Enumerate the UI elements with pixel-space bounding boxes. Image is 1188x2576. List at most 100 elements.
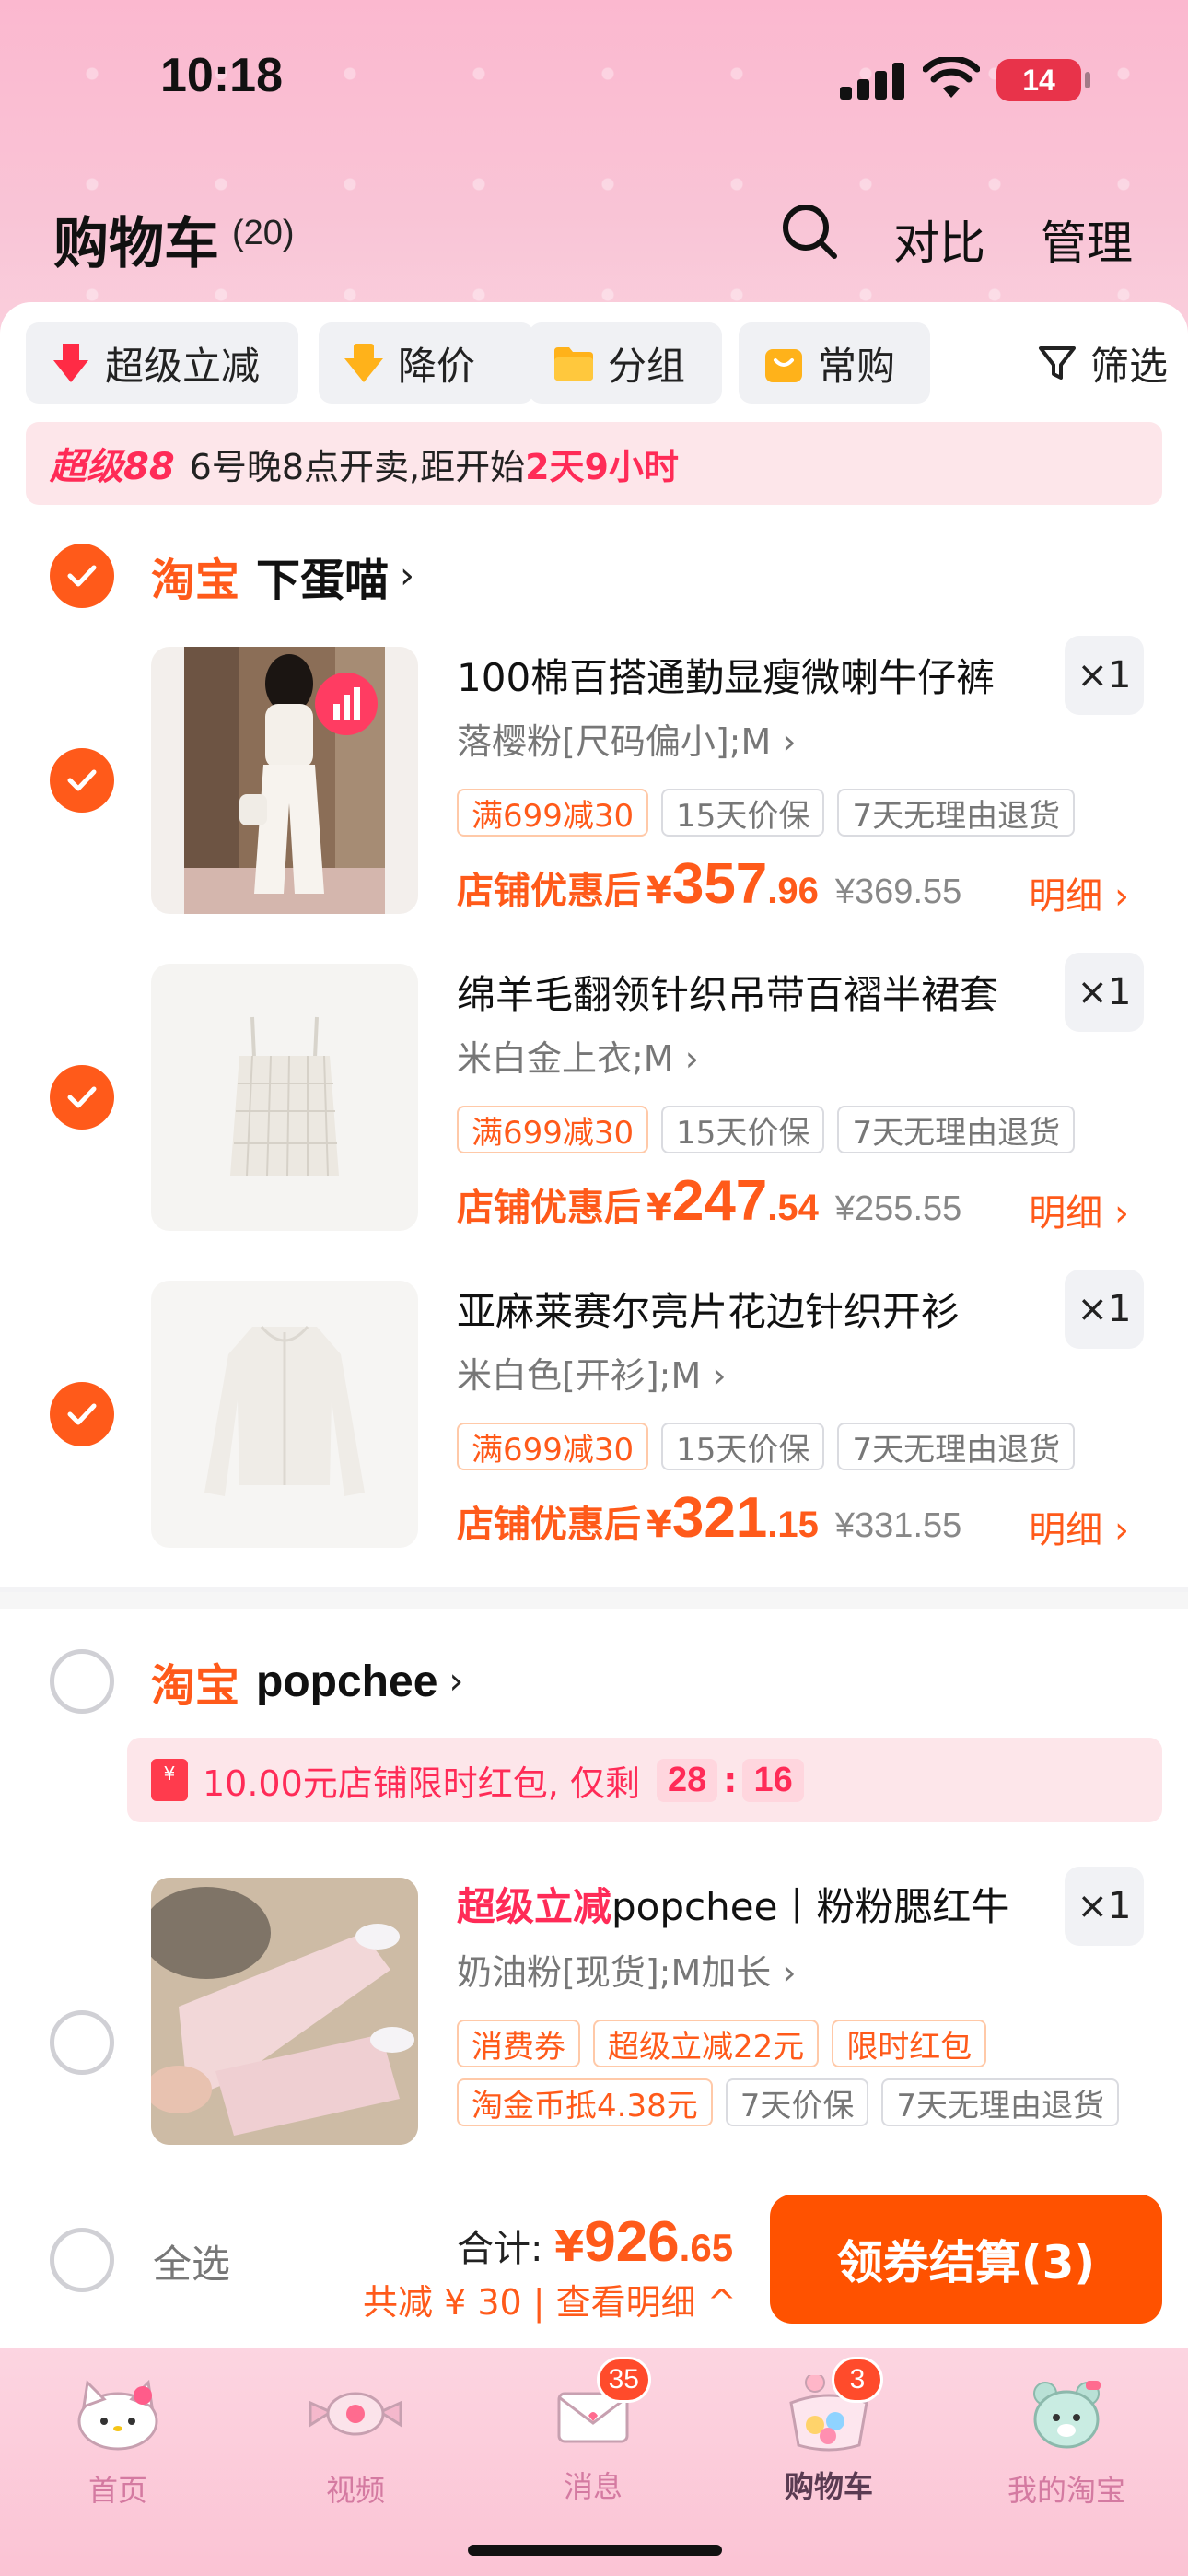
item-checkbox[interactable] [50, 1382, 114, 1446]
pink-pants-photo [151, 1878, 418, 2145]
wifi-icon [923, 57, 980, 98]
sku-text: 落樱粉[尺码偏小];M [457, 721, 772, 762]
tab-my-taobao[interactable]: 我的淘宝 [984, 2375, 1149, 2510]
product-name[interactable]: 100棉百搭通勤显瘦微喇牛仔裤 [457, 647, 995, 703]
compare-button[interactable]: 对比 [893, 206, 985, 273]
checkout-button[interactable]: 领券结算(3) [770, 2195, 1162, 2324]
candy-icon [309, 2392, 402, 2436]
product-tags: 淘金币抵4.38元 7天价保 7天无理由退货 [457, 2078, 1119, 2126]
original-price: ¥369.55 [834, 872, 962, 911]
product-name[interactable]: 亚麻莱赛尔亮片花边针织开衫 [457, 1281, 960, 1337]
search-icon[interactable] [779, 201, 840, 262]
tag: 15天价保 [661, 1423, 825, 1470]
filter-button[interactable]: 筛选 [1037, 322, 1168, 404]
price-decimal: .15 [767, 1505, 819, 1545]
countdown-seconds: 16 [742, 1758, 804, 1802]
item-checkbox[interactable] [50, 1065, 114, 1130]
price-detail-link[interactable]: 明细 › [1029, 1500, 1129, 1553]
price-row: 店铺优惠后 ¥ 247 .54 ¥255.55 [457, 1168, 961, 1235]
sku-text: 米白金上衣;M [457, 1038, 674, 1079]
chevron-right-icon: › [712, 1355, 727, 1396]
store-name: 下蛋喵 [256, 555, 390, 606]
product-sku[interactable]: 米白金上衣;M › [457, 1030, 699, 1081]
cart-wrapper: 3 [778, 2357, 883, 2453]
savings-detail-link[interactable]: 共减 ¥ 30 | 查看明细 ^ [363, 2274, 737, 2324]
manage-button[interactable]: 管理 [1041, 206, 1133, 273]
product-name[interactable]: 超级立减popchee丨粉粉腮红牛 [457, 1876, 1009, 1932]
home-indicator [468, 2545, 722, 2556]
funnel-icon [1038, 346, 1076, 380]
tag: 满699减30 [457, 789, 649, 837]
red-packet-banner[interactable]: 10.00元店铺限时红包, 仅剩 28 : 16 [127, 1738, 1162, 1822]
chip-super-discount[interactable]: 超级立减 [26, 322, 298, 404]
chevron-right-icon: › [448, 1660, 464, 1703]
page-title: 购物车 [53, 212, 219, 276]
total-decimal: .65 [679, 2226, 734, 2269]
tab-label: 我的淘宝 [1007, 2473, 1125, 2508]
check-icon [67, 1086, 97, 1108]
product-title: popchee丨粉粉腮红牛 [611, 1884, 1010, 1929]
tab-label: 视频 [325, 2473, 385, 2508]
red-packet-icon [151, 1759, 188, 1801]
cart-count: (20) [232, 214, 295, 252]
chip-frequent[interactable]: 常购 [739, 322, 930, 404]
tab-label: 消息 [563, 2469, 623, 2504]
product-tags: 消费券 超级立减22元 限时红包 [457, 2020, 987, 2067]
quantity-stepper[interactable]: ×1 [1065, 1270, 1144, 1349]
cardigan-photo [204, 1326, 365, 1496]
quantity-stepper[interactable]: ×1 [1065, 1867, 1144, 1946]
original-price: ¥331.55 [834, 1506, 962, 1545]
total-currency: ¥ [554, 2221, 585, 2271]
price-drop-icon [344, 344, 383, 382]
chip-price-drop[interactable]: 降价 [319, 322, 534, 404]
product-image[interactable] [151, 1281, 418, 1548]
tag: 7天无理由退货 [837, 1106, 1076, 1153]
countdown-minutes: 28 [656, 1758, 718, 1802]
tab-video[interactable]: 视频 [273, 2375, 438, 2510]
store-checkbox[interactable] [50, 544, 114, 608]
battery-level: 14 [1022, 63, 1055, 97]
chip-label: 常购 [818, 343, 896, 389]
check-icon [67, 1403, 97, 1425]
quantity-stepper[interactable]: ×1 [1065, 953, 1144, 1032]
promo-banner[interactable]: 超级88 6号晚8点开卖,距开始 2天9小时 [26, 422, 1162, 505]
chevron-right-icon: › [684, 1038, 699, 1079]
select-all-label[interactable]: 全选 [153, 2233, 230, 2289]
store-checkbox[interactable] [50, 1649, 114, 1714]
message-badge: 35 [596, 2357, 651, 2403]
sku-text: 奶油粉[现货];M加长 [457, 1952, 772, 1993]
product-sku[interactable]: 奶油粉[现货];M加长 › [457, 1944, 797, 1995]
tab-cart[interactable]: 3 购物车 [746, 2357, 912, 2506]
store-section: 淘宝 popchee › 10.00元店铺限时红包, 仅剩 28 : 16 超级… [0, 1609, 1188, 2174]
chip-label: 超级立减 [105, 343, 261, 389]
bear-icon [1033, 2381, 1101, 2449]
chip-label: 分组 [608, 343, 686, 389]
item-checkbox[interactable] [50, 2010, 114, 2075]
cart-list: 超级立减 降价 分组 常购 筛选 超级88 6号晚8点开卖,距开始 2天9小时 … [0, 302, 1188, 1592]
product-sku[interactable]: 落樱粉[尺码偏小];M › [457, 713, 797, 764]
bag-icon [765, 349, 802, 382]
tag: 消费券 [457, 2020, 580, 2067]
store-header[interactable]: 淘宝 下蛋喵 › [151, 544, 414, 608]
total-label: 合计: [457, 2228, 543, 2270]
product-image[interactable] [151, 1878, 418, 2145]
product-image[interactable] [151, 647, 418, 914]
currency: ¥ [646, 1187, 672, 1229]
price-detail-link[interactable]: 明细 › [1029, 1183, 1129, 1236]
quantity-stepper[interactable]: ×1 [1065, 636, 1144, 715]
tab-home[interactable]: 首页 [35, 2375, 201, 2510]
tag: 超级立减22元 [593, 2020, 820, 2067]
product-image[interactable] [151, 964, 418, 1231]
select-all-checkbox[interactable] [50, 2228, 114, 2292]
price-detail-link[interactable]: 明细 › [1029, 866, 1129, 919]
product-name[interactable]: 绵羊毛翻领针织吊带百褶半裙套 [457, 964, 998, 1020]
camisole-photo [230, 1016, 339, 1177]
product-sku[interactable]: 米白色[开衫];M › [457, 1347, 727, 1398]
item-checkbox[interactable] [50, 748, 114, 813]
store-header[interactable]: 淘宝 popchee › [151, 1649, 463, 1714]
check-icon [67, 565, 97, 587]
tab-messages[interactable]: 35 消息 [510, 2357, 676, 2506]
chip-group[interactable]: 分组 [529, 322, 722, 404]
chevron-right-icon: › [400, 555, 415, 597]
platform-label: 淘宝 [151, 1660, 240, 1712]
